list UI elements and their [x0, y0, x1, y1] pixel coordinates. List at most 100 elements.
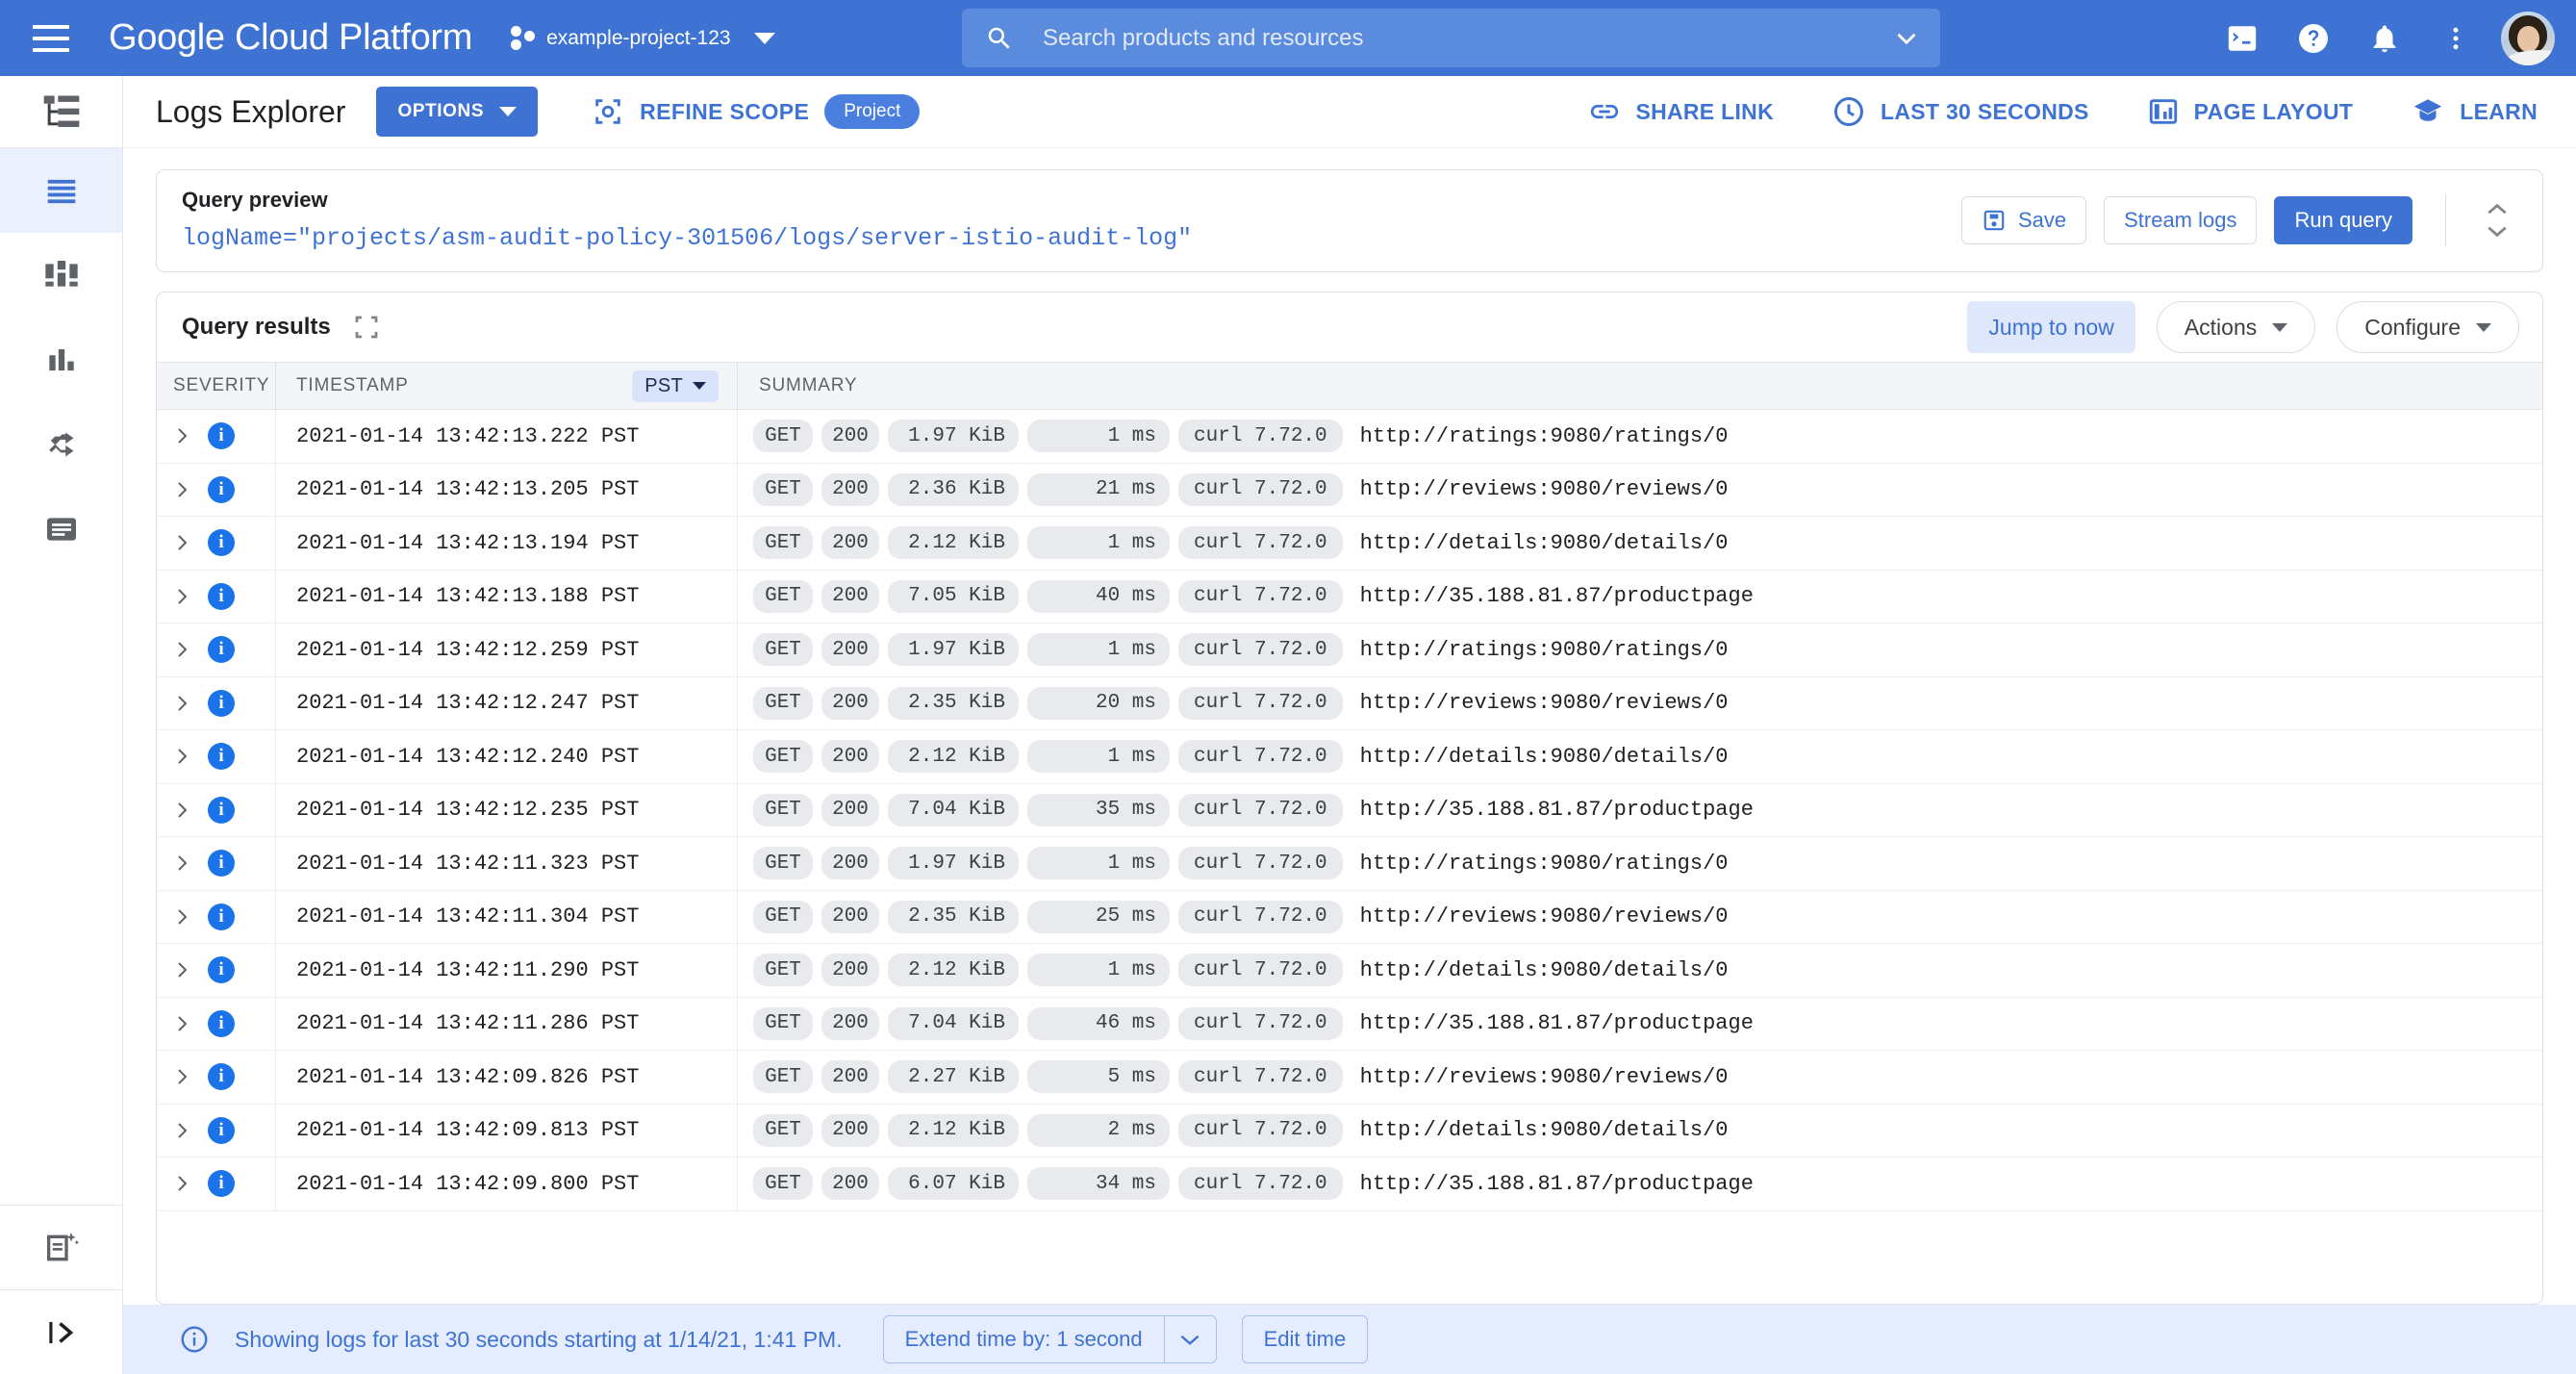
table-row[interactable]: i 2021-01-14 13:42:13.194 PST GET 200 2.12 K…: [157, 517, 2542, 571]
run-query-button[interactable]: Run query: [2274, 195, 2412, 244]
learn-label: LEARN: [2460, 98, 2538, 124]
table-row[interactable]: i 2021-01-14 13:42:09.800 PST GET 200 6.07 K…: [157, 1158, 2542, 1211]
chevron-down-icon: [693, 382, 706, 390]
more-vert-icon[interactable]: [2420, 0, 2491, 76]
table-row[interactable]: i 2021-01-14 13:42:13.205 PST GET 200 2.36 K…: [157, 463, 2542, 517]
summary-url: http://35.188.81.87/productpage: [1359, 584, 1754, 609]
options-button[interactable]: OPTIONS: [376, 87, 539, 137]
cell-summary: GET 200 2.12 KiB 1 ms curl 7.72.0 http://deta…: [737, 944, 2542, 997]
project-selector[interactable]: example-project-123: [511, 24, 775, 53]
scope-chip[interactable]: Project: [824, 94, 921, 129]
expand-collapse-icon[interactable]: [2485, 202, 2531, 239]
sidebar-item-logs-storage[interactable]: [0, 487, 122, 572]
summary-chip-status: 200: [821, 847, 879, 880]
time-range-button[interactable]: LAST 30 SECONDS: [1831, 94, 2089, 129]
extend-time-dropdown-arrow[interactable]: [1163, 1316, 1216, 1362]
logs-hierarchy-icon[interactable]: [0, 76, 122, 148]
cell-severity: i: [157, 796, 275, 824]
expand-row-icon[interactable]: [173, 746, 192, 767]
global-search-input[interactable]: Search products and resources: [962, 9, 1940, 67]
hamburger-menu-icon[interactable]: [25, 13, 77, 64]
table-row[interactable]: i 2021-01-14 13:42:11.304 PST GET 200 2.35 K…: [157, 890, 2542, 944]
expand-row-icon[interactable]: [173, 693, 192, 714]
summary-chip-method: GET: [753, 1060, 813, 1094]
learn-button[interactable]: LEARN: [2411, 95, 2538, 128]
cloud-shell-icon[interactable]: [2207, 0, 2278, 76]
summary-chip-method: GET: [753, 472, 813, 506]
query-results-actions: Jump to now Actions Configure: [1967, 301, 2519, 353]
table-row[interactable]: i 2021-01-14 13:42:11.323 PST GET 200 1.97 K…: [157, 837, 2542, 891]
stream-logs-button[interactable]: Stream logs: [2104, 195, 2258, 244]
page-layout-button[interactable]: PAGE LAYOUT: [2147, 95, 2354, 128]
jump-to-now-button[interactable]: Jump to now: [1967, 301, 2135, 353]
summary-chip-user-agent: curl 7.72.0: [1178, 633, 1343, 667]
notifications-bell-icon[interactable]: [2349, 0, 2420, 76]
summary-chip-user-agent: curl 7.72.0: [1178, 526, 1343, 560]
table-row[interactable]: i 2021-01-14 13:42:12.235 PST GET 200 7.04 K…: [157, 783, 2542, 837]
summary-url: http://details:9080/details/0: [1359, 744, 1729, 769]
table-row[interactable]: i 2021-01-14 13:42:09.826 PST GET 200 2.27 K…: [157, 1051, 2542, 1105]
expand-row-icon[interactable]: [173, 1013, 192, 1034]
edit-time-button[interactable]: Edit time: [1241, 1315, 1369, 1363]
sidebar-item-logs-metrics[interactable]: [0, 318, 122, 402]
expand-row-icon[interactable]: [173, 1173, 192, 1194]
table-row[interactable]: i 2021-01-14 13:42:11.290 PST GET 200 2.12 K…: [157, 944, 2542, 998]
expand-row-icon[interactable]: [173, 639, 192, 660]
fullscreen-icon[interactable]: [352, 313, 381, 342]
expand-row-icon[interactable]: [173, 586, 192, 607]
log-rows-container: i 2021-01-14 13:42:13.222 PST GET 200 1.97 K…: [157, 410, 2542, 1304]
table-row[interactable]: i 2021-01-14 13:42:13.222 PST GET 200 1.97 K…: [157, 410, 2542, 464]
options-button-label: OPTIONS: [397, 101, 485, 121]
user-avatar[interactable]: [2501, 11, 2555, 65]
table-row[interactable]: i 2021-01-14 13:42:12.247 PST GET 200 2.35 K…: [157, 676, 2542, 730]
expand-row-icon[interactable]: [173, 425, 192, 446]
summary-chip-size: 7.04 KiB: [888, 793, 1019, 827]
refine-scope-button[interactable]: REFINE SCOPE Project: [592, 94, 921, 129]
cell-timestamp: 2021-01-14 13:42:12.247 PST: [275, 676, 737, 729]
expand-row-icon[interactable]: [173, 800, 192, 821]
table-row[interactable]: i 2021-01-14 13:42:12.259 PST GET 200 1.97 K…: [157, 623, 2542, 677]
column-header-timestamp-label: TIMESTAMP: [296, 375, 409, 395]
logs-list-icon: [47, 179, 75, 204]
summary-url: http://reviews:9080/reviews/0: [1359, 1064, 1729, 1089]
share-link-button[interactable]: SHARE LINK: [1588, 95, 1774, 128]
cell-summary: GET 200 6.07 KiB 34 ms curl 7.72.0 http://35.…: [737, 1158, 2542, 1210]
save-button[interactable]: Save: [1960, 195, 2087, 244]
expand-row-icon[interactable]: [173, 1120, 192, 1141]
summary-chip-status: 200: [821, 1060, 879, 1094]
sidebar-item-logs-dashboard[interactable]: [0, 233, 122, 318]
summary-chip-method: GET: [753, 847, 813, 880]
expand-panel-button[interactable]: [0, 1289, 122, 1374]
extend-time-label[interactable]: Extend time by: 1 second: [884, 1316, 1164, 1362]
query-preview-actions: Save Stream logs Run query: [1960, 193, 2542, 246]
column-header-severity: SEVERITY: [173, 375, 270, 395]
table-row[interactable]: i 2021-01-14 13:42:12.240 PST GET 200 2.12 K…: [157, 730, 2542, 784]
help-icon[interactable]: [2278, 0, 2349, 76]
chevron-down-icon[interactable]: [1890, 22, 1923, 55]
summary-chip-latency: 1 ms: [1027, 847, 1170, 880]
table-row[interactable]: i 2021-01-14 13:42:09.813 PST GET 200 2.12 K…: [157, 1104, 2542, 1158]
configure-dropdown[interactable]: Configure: [2336, 301, 2519, 353]
sidebar-item-logs-router[interactable]: [0, 402, 122, 487]
table-row[interactable]: i 2021-01-14 13:42:11.286 PST GET 200 7.04 K…: [157, 997, 2542, 1051]
summary-url: http://details:9080/details/0: [1359, 1118, 1729, 1143]
expand-row-icon[interactable]: [173, 906, 192, 928]
severity-info-icon: i: [208, 903, 235, 930]
actions-dropdown[interactable]: Actions: [2156, 301, 2316, 353]
expand-row-icon[interactable]: [173, 852, 192, 874]
expand-row-icon[interactable]: [173, 479, 192, 500]
timezone-selector[interactable]: PST: [632, 369, 719, 402]
summary-url: http://ratings:9080/ratings/0: [1359, 851, 1729, 876]
severity-info-icon: i: [208, 582, 235, 610]
query-preview-expression[interactable]: logName="projects/asm-audit-policy-30150…: [182, 224, 1961, 252]
cell-severity: i: [157, 422, 275, 450]
sidebar-item-log-analytics[interactable]: [0, 1205, 122, 1289]
sidebar-item-logs-explorer[interactable]: [0, 148, 122, 233]
expand-row-icon[interactable]: [173, 532, 192, 553]
summary-chip-user-agent: curl 7.72.0: [1178, 420, 1343, 453]
table-row[interactable]: i 2021-01-14 13:42:13.188 PST GET 200 7.05 K…: [157, 570, 2542, 623]
expand-row-icon[interactable]: [173, 959, 192, 980]
shuffle-icon: [48, 432, 73, 457]
chevron-down-icon: [2272, 322, 2288, 332]
expand-row-icon[interactable]: [173, 1066, 192, 1087]
